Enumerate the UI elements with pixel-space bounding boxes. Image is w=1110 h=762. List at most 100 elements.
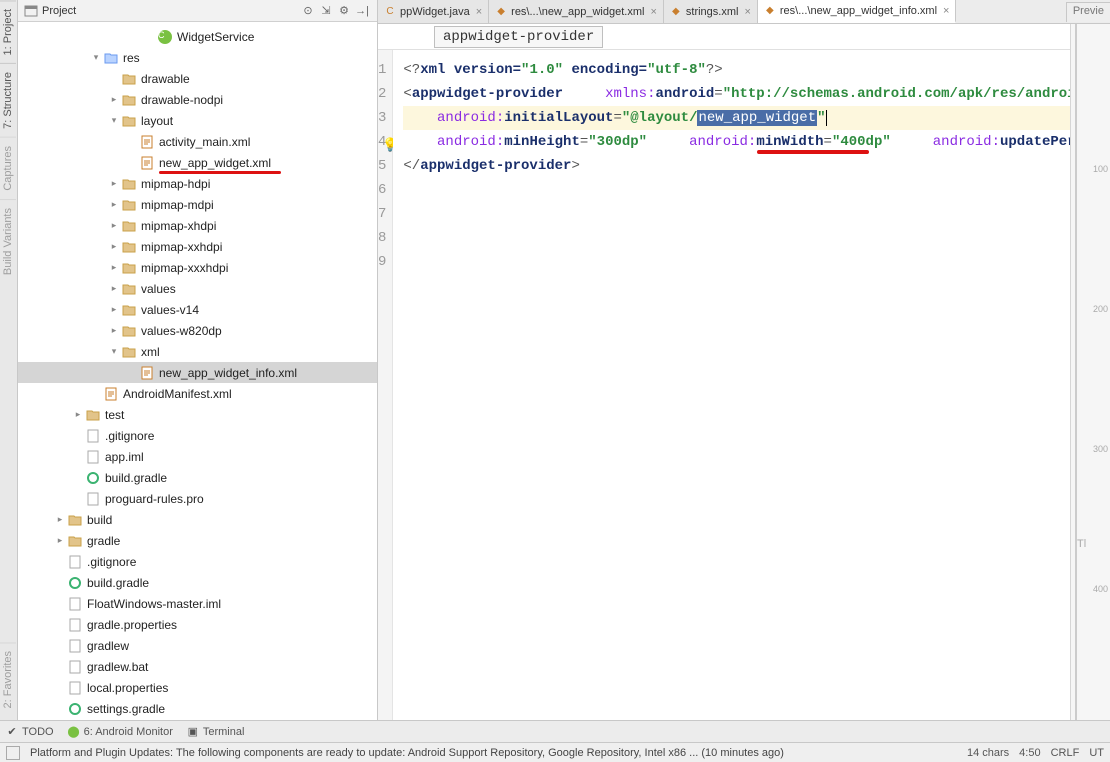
expand-icon[interactable]: ⇲ [317, 2, 335, 20]
side-tab-structure[interactable]: 7: Structure [0, 63, 16, 137]
tree-item[interactable]: AndroidManifest.xml [18, 383, 377, 404]
gear-icon[interactable]: ⚙ [335, 2, 353, 20]
tree-item[interactable]: ▾res [18, 47, 377, 68]
tree-item[interactable]: gradlew [18, 635, 377, 656]
tree-item[interactable]: ▾layout [18, 110, 377, 131]
tree-item[interactable]: .gitignore [18, 425, 377, 446]
tree-item[interactable]: app.iml [18, 446, 377, 467]
tree-item[interactable]: new_app_widget.xml [18, 152, 377, 173]
tool-todo[interactable]: ✔TODO [6, 726, 54, 738]
tab-label: res\...\new_app_widget.xml [511, 6, 644, 18]
tree-item[interactable]: new_app_widget_info.xml [18, 362, 377, 383]
tree-twisty-icon[interactable]: ▾ [90, 52, 102, 63]
close-tab-icon[interactable]: × [650, 6, 656, 18]
tree-twisty-icon[interactable]: ▸ [108, 241, 120, 252]
close-tab-icon[interactable]: × [744, 6, 750, 18]
tree-item[interactable]: ▸ mipmap-xxhdpi [18, 236, 377, 257]
tree-twisty-icon[interactable]: ▸ [54, 535, 66, 546]
tree-item[interactable]: ▾ xml [18, 341, 377, 362]
ruler-tick: 200 [1093, 304, 1108, 314]
tree-twisty-icon[interactable]: ▸ [108, 199, 120, 210]
close-tab-icon[interactable]: × [476, 6, 482, 18]
side-tab-project[interactable]: 1: Project [0, 0, 16, 63]
tree-item[interactable]: drawable [18, 68, 377, 89]
breadcrumb[interactable]: appwidget-provider [378, 24, 1110, 50]
tree-item[interactable]: local.properties [18, 677, 377, 698]
tree-twisty-icon[interactable]: ▸ [108, 220, 120, 231]
folder-icon [67, 512, 83, 528]
tree-item[interactable]: CWidgetService [18, 26, 377, 47]
tree-item[interactable]: settings.gradle [18, 698, 377, 719]
file-tab[interactable]: ◆strings.xml× [664, 0, 758, 23]
file-icon [67, 638, 83, 654]
tree-twisty-icon[interactable]: ▸ [108, 94, 120, 105]
tree-item[interactable]: ▸values [18, 278, 377, 299]
breadcrumb-item[interactable]: appwidget-provider [434, 26, 603, 48]
tree-item[interactable]: build.gradle [18, 572, 377, 593]
side-tab-build-variants[interactable]: Build Variants [0, 199, 16, 283]
tool-android-monitor[interactable]: ⬤6: Android Monitor [68, 726, 173, 738]
close-tab-icon[interactable]: × [943, 5, 949, 17]
file-tab[interactable]: ◆res\...\new_app_widget_info.xml× [758, 0, 957, 23]
file-tab[interactable]: CppWidget.java× [378, 0, 489, 23]
line-number: 3 [378, 106, 386, 130]
tree-item[interactable]: proguard-rules.pro [18, 488, 377, 509]
tool-terminal[interactable]: ▣Terminal [187, 726, 245, 738]
tree-label: FloatWindows-master.iml [87, 597, 221, 611]
tree-item[interactable]: build.gradle [18, 467, 377, 488]
tree-item[interactable]: ▸mipmap-mdpi [18, 194, 377, 215]
tree-twisty-icon[interactable]: ▸ [108, 283, 120, 294]
code-body[interactable]: <?xml version="1.0" encoding="utf-8"?> <… [393, 50, 1110, 720]
red-annotation-underline [757, 150, 869, 154]
tree-item[interactable]: ▸mipmap-xhdpi [18, 215, 377, 236]
tree-item[interactable]: ▸build [18, 509, 377, 530]
tree-twisty-icon[interactable]: ▸ [108, 262, 120, 273]
project-tree[interactable]: CWidgetService▾resdrawable▸drawable-nodp… [18, 22, 377, 720]
gutter: 💡 123456789 [378, 50, 393, 720]
tree-item[interactable]: activity_main.xml [18, 131, 377, 152]
tree-item[interactable]: ▸values-w820dp [18, 320, 377, 341]
status-line-sep[interactable]: CRLF [1051, 747, 1080, 759]
tree-item[interactable]: .gitignore [18, 551, 377, 572]
tree-twisty-icon[interactable]: ▸ [54, 514, 66, 525]
tree-twisty-icon[interactable]: ▾ [108, 346, 120, 357]
tree-twisty-icon[interactable]: ▸ [108, 304, 120, 315]
xml-icon: ◆ [495, 6, 507, 18]
tree-twisty-icon[interactable]: ▸ [72, 409, 84, 420]
tree-item[interactable]: ▸gradle [18, 530, 377, 551]
tree-item[interactable]: gradlew.bat [18, 656, 377, 677]
tree-item[interactable]: ▸ mipmap-xxxhdpi [18, 257, 377, 278]
tree-twisty-icon[interactable]: ▸ [108, 325, 120, 336]
tree-twisty-icon[interactable]: ▾ [108, 115, 120, 126]
tree-label: mipmap-xxxhdpi [141, 261, 228, 275]
side-tab-captures[interactable]: Captures [0, 137, 16, 199]
folder-icon [85, 407, 101, 423]
tree-label: gradlew.bat [87, 660, 148, 674]
xml-decl: <? [403, 62, 420, 78]
folder-icon [121, 344, 137, 360]
status-encoding[interactable]: UT [1089, 747, 1104, 759]
tree-label: xml [141, 345, 160, 359]
collapse-all-icon[interactable]: ⊙ [299, 2, 317, 20]
tree-item[interactable]: gradle.properties [18, 614, 377, 635]
tree-item[interactable]: ▸test [18, 404, 377, 425]
tree-label: .gitignore [105, 429, 154, 443]
file-icon [67, 554, 83, 570]
tree-label: mipmap-xxhdpi [141, 240, 222, 254]
tree-item[interactable]: ▸mipmap-hdpi [18, 173, 377, 194]
tree-twisty-icon[interactable]: ▸ [108, 178, 120, 189]
status-icon[interactable] [6, 746, 20, 760]
side-tab-favorites[interactable]: 2: Favorites [0, 642, 16, 716]
tree-item[interactable]: ▸values-v14 [18, 299, 377, 320]
tree-item[interactable]: ▸drawable-nodpi [18, 89, 377, 110]
file-tab[interactable]: ◆ res\...\new_app_widget.xml × [489, 0, 664, 23]
tree-item[interactable]: FloatWindows-master.iml [18, 593, 377, 614]
android-icon: ⬤ [68, 726, 80, 738]
project-icon [24, 4, 38, 18]
status-position[interactable]: 4:50 [1019, 747, 1040, 759]
hide-panel-icon[interactable]: →| [353, 2, 371, 20]
tree-label: proguard-rules.pro [105, 492, 204, 506]
xml-icon: ◆ [764, 5, 776, 17]
preview-tab[interactable]: Previe [1066, 2, 1110, 22]
code-editor[interactable]: 💡 123456789 <?xml version="1.0" encoding… [378, 50, 1110, 720]
